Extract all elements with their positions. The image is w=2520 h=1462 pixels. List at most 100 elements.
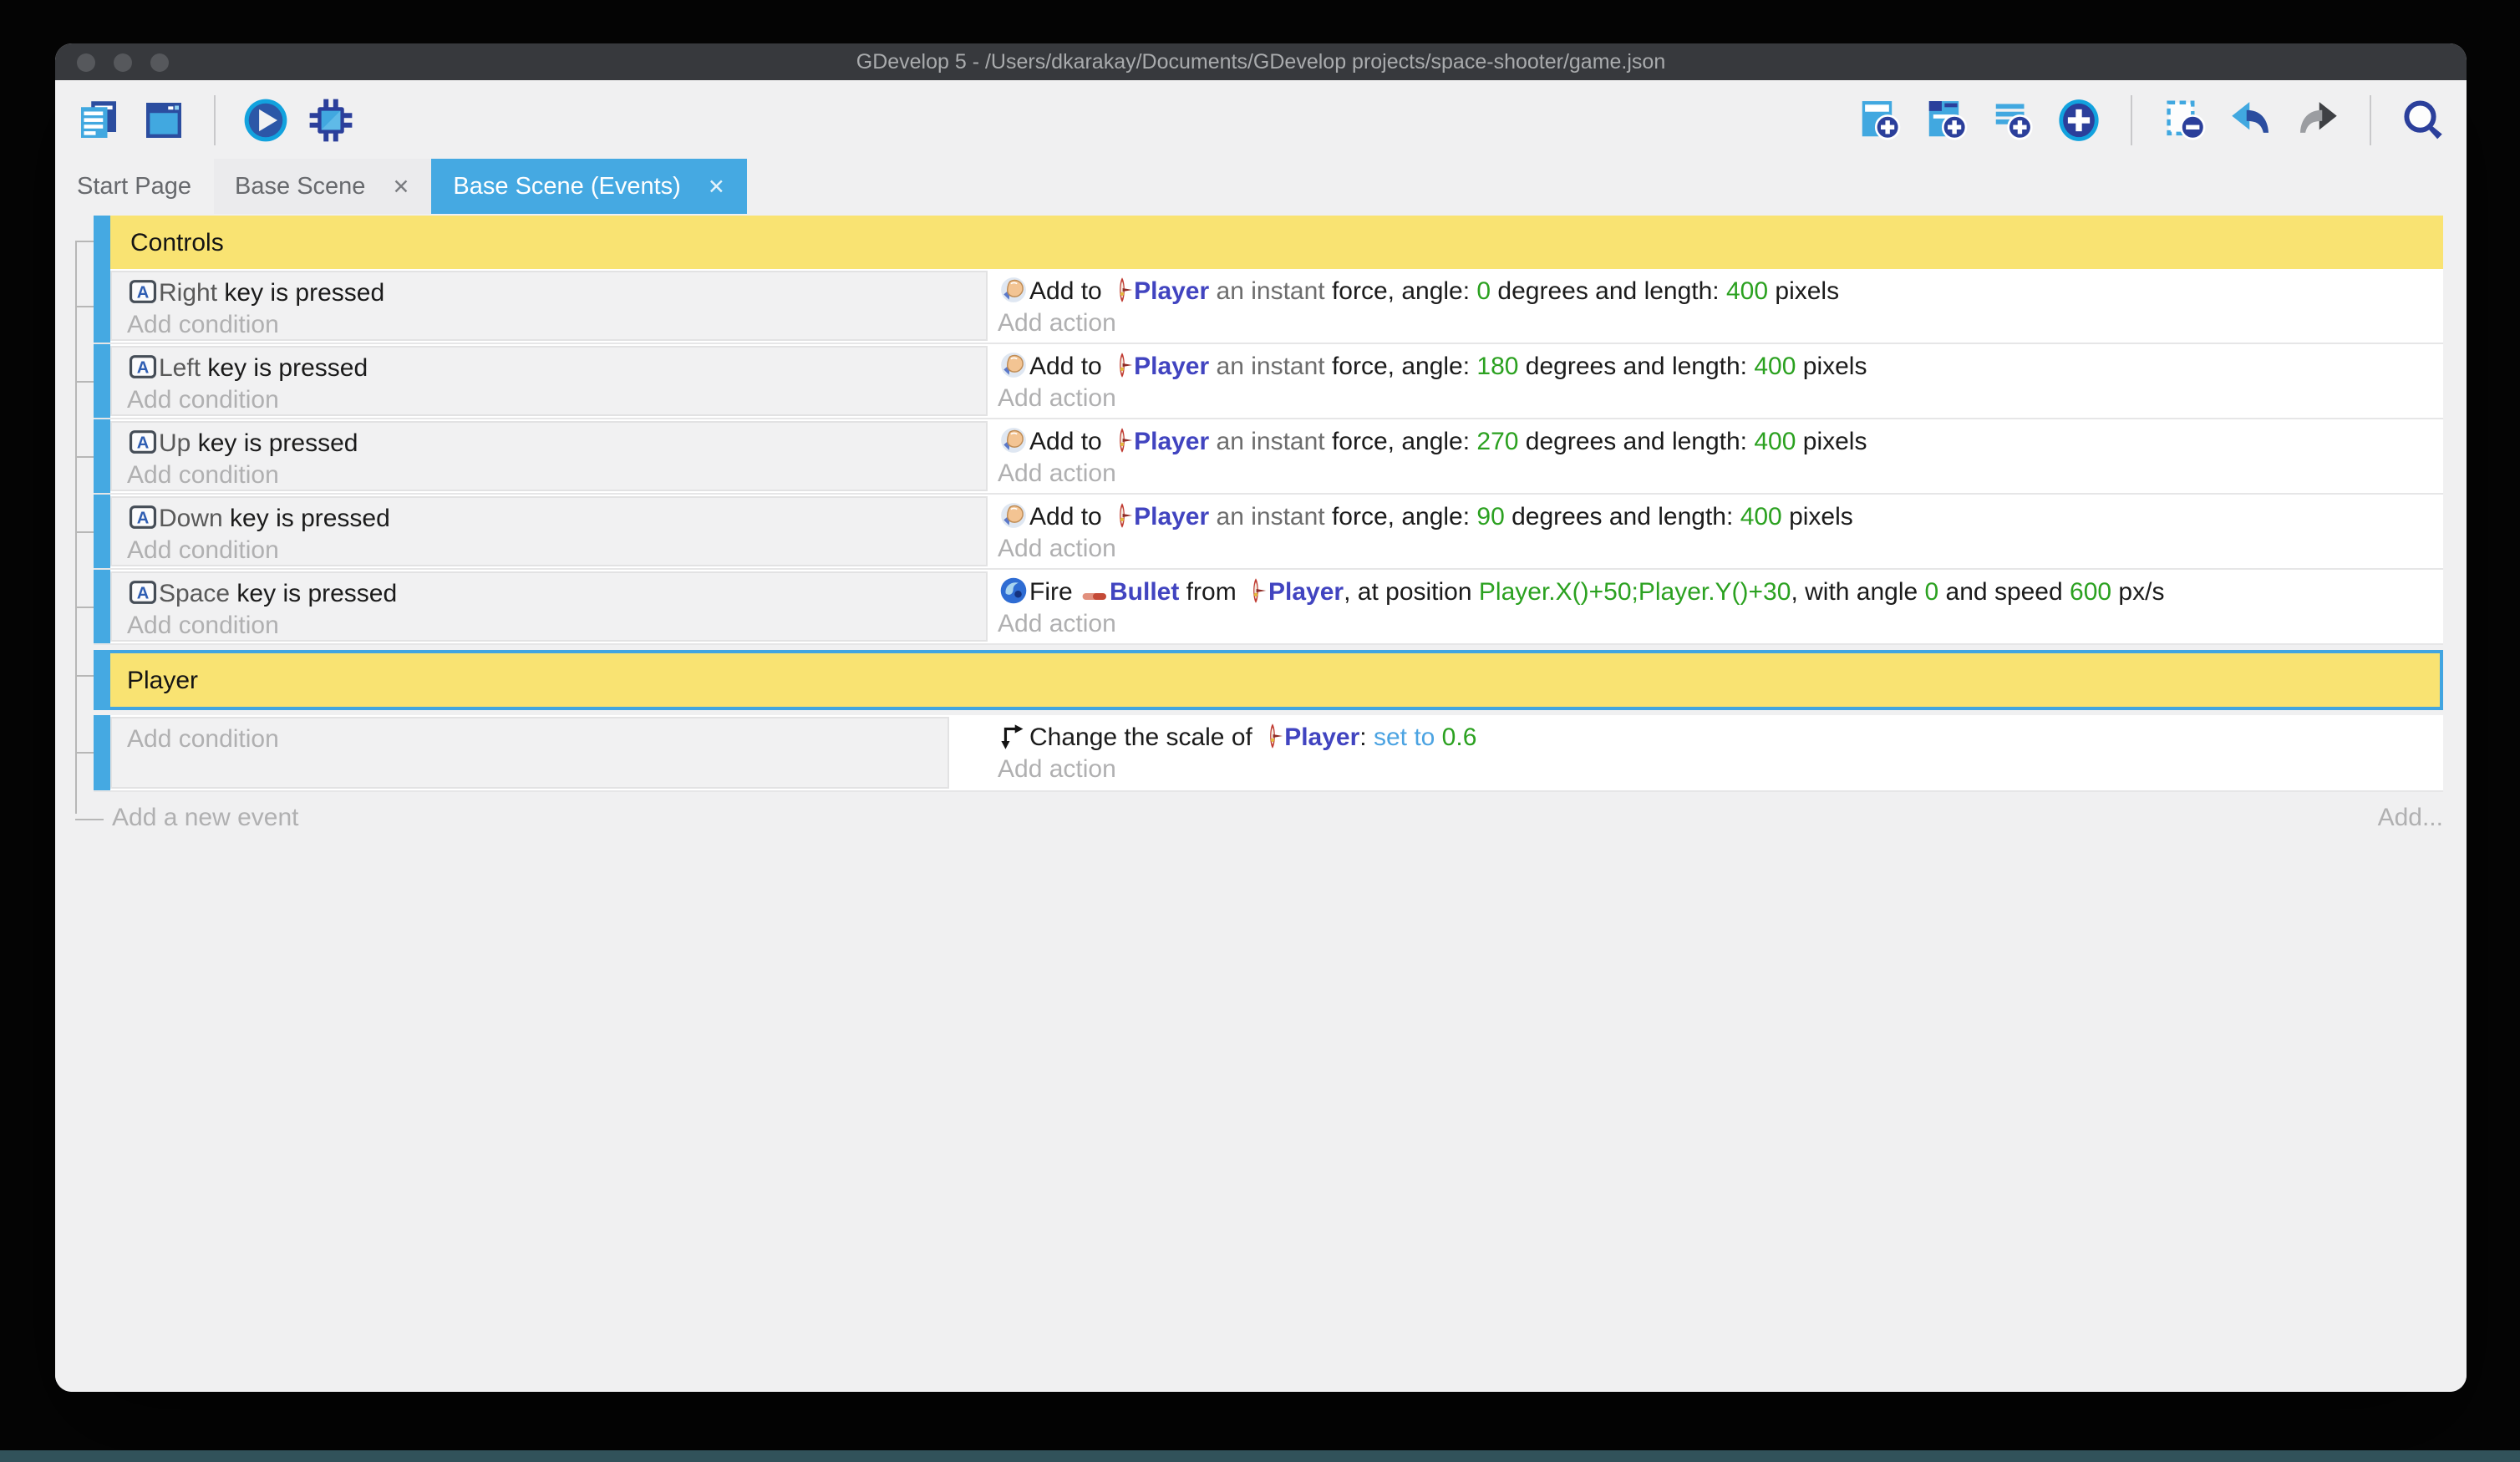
scene-editor-icon[interactable]	[140, 96, 187, 143]
event-row: ALeft key is pressedAdd condition Add to …	[94, 344, 2443, 419]
events-list: ControlsARight key is pressedAdd conditi…	[94, 216, 2443, 792]
add-comment-icon[interactable]	[1989, 96, 2035, 143]
redo-icon[interactable]	[2294, 96, 2341, 143]
sentence-text: Down	[159, 505, 223, 533]
keyboard-icon: A	[127, 279, 159, 307]
add-circle-icon[interactable]	[2055, 96, 2102, 143]
add-action-link[interactable]: Add action	[998, 459, 2443, 488]
add-condition-link[interactable]: Add condition	[127, 311, 973, 339]
event-row: ARight key is pressedAdd condition Add to…	[94, 269, 2443, 344]
tab-close-icon[interactable]: ✕	[392, 174, 409, 199]
sentence-text: an instant	[1209, 353, 1332, 381]
event-drag-bar[interactable]	[94, 715, 110, 790]
search-icon[interactable]	[2400, 96, 2446, 143]
condition-sentence[interactable]: ALeft key is pressed	[127, 351, 973, 386]
sentence-text: force, angle:	[1332, 277, 1476, 306]
group-row: Player	[94, 650, 2443, 710]
toolbar-left-group	[75, 94, 354, 145]
tab-start-page[interactable]: Start Page	[55, 159, 213, 214]
tab-base-scene-events[interactable]: Base Scene (Events)✕	[431, 159, 746, 214]
sentence-text: 400	[1754, 353, 1796, 381]
add-action-link[interactable]: Add action	[998, 309, 2443, 338]
app-window: GDevelop 5 - /Users/dkarakay/Documents/G…	[55, 43, 2467, 1392]
condition-sentence[interactable]: ARight key is pressed	[127, 276, 973, 311]
add-subevent-icon[interactable]	[1922, 96, 1969, 143]
toolbar-divider	[214, 94, 216, 145]
add-action-link[interactable]: Add action	[998, 755, 2443, 784]
minimize-button[interactable]	[114, 53, 132, 71]
action-sentence[interactable]: Add to Player an instant force, angle: 0…	[998, 274, 2443, 309]
event-columns: ALeft key is pressedAdd condition Add to …	[110, 344, 2443, 418]
desktop-edge	[0, 1450, 2520, 1462]
action-sentence[interactable]: Add to Player an instant force, angle: 1…	[998, 349, 2443, 384]
player-ship-icon	[1109, 428, 1134, 456]
event-drag-bar[interactable]	[94, 495, 110, 568]
add-event-icon[interactable]	[1855, 96, 1902, 143]
sentence-text: an instant	[1209, 428, 1332, 456]
sentence-text: 400	[1740, 503, 1782, 531]
add-action-link[interactable]: Add action	[998, 384, 2443, 413]
add-condition-link[interactable]: Add condition	[127, 725, 934, 754]
events-footer: Add a new event Add...	[112, 804, 2443, 832]
sentence-text: Player.X()+50;Player.Y()+30	[1479, 578, 1791, 607]
add-condition-link[interactable]: Add condition	[127, 612, 973, 640]
undo-icon[interactable]	[2228, 96, 2274, 143]
sentence-text: pixels	[1768, 277, 1839, 306]
svg-text:A: A	[137, 283, 150, 302]
add-new-event-link[interactable]: Add a new event	[112, 804, 299, 832]
event-row: ADown key is pressedAdd condition Add to …	[94, 495, 2443, 570]
sentence-text: Add to	[1029, 277, 1109, 306]
svg-text:A: A	[137, 358, 150, 377]
group-row: Controls	[94, 216, 2443, 269]
force-icon	[998, 353, 1029, 381]
play-preview-icon[interactable]	[242, 96, 289, 143]
action-sentence[interactable]: Add to Player an instant force, angle: 2…	[998, 424, 2443, 459]
group-header[interactable]: Player	[110, 650, 2443, 710]
tab-label: Base Scene	[235, 173, 365, 200]
add-condition-link[interactable]: Add condition	[127, 461, 973, 490]
sentence-text: key is pressed	[230, 580, 397, 608]
debug-icon[interactable]	[307, 96, 354, 143]
sentence-text: force, angle:	[1332, 503, 1476, 531]
condition-sentence[interactable]: ASpace key is pressed	[127, 576, 973, 612]
action-sentence[interactable]: Fire Bullet from Player, at position Pla…	[998, 575, 2443, 610]
condition-sentence[interactable]: AUp key is pressed	[127, 426, 973, 461]
sentence-text: and speed	[1938, 578, 2070, 607]
tab-close-icon[interactable]: ✕	[708, 174, 725, 199]
tab-bar: Start PageBase Scene✕Base Scene (Events)…	[55, 159, 2467, 214]
event-drag-bar[interactable]	[94, 570, 110, 643]
sentence-text: an instant	[1209, 503, 1332, 531]
desktop-background: GDevelop 5 - /Users/dkarakay/Documents/G…	[0, 0, 2520, 1462]
add-condition-link[interactable]: Add condition	[127, 536, 973, 565]
add-action-link[interactable]: Add action	[998, 610, 2443, 638]
event-drag-bar[interactable]	[94, 650, 110, 710]
event-drag-bar[interactable]	[94, 269, 110, 343]
event-row: AUp key is pressedAdd condition Add to Pl…	[94, 419, 2443, 495]
condition-sentence[interactable]: ADown key is pressed	[127, 501, 973, 536]
sentence-text: px/s	[2111, 578, 2164, 607]
add-action-link[interactable]: Add action	[998, 535, 2443, 563]
sentence-text: 270	[1476, 428, 1518, 456]
close-button[interactable]	[77, 53, 95, 71]
action-sentence[interactable]: Change the scale of Player: set to 0.6	[998, 720, 2443, 755]
toolbar-divider	[2370, 94, 2371, 145]
tab-base-scene[interactable]: Base Scene ✕	[213, 159, 431, 214]
action-cell: Add to Player an instant force, angle: 2…	[988, 419, 2443, 493]
event-drag-bar[interactable]	[94, 344, 110, 418]
sentence-text: key is pressed	[191, 429, 358, 458]
project-manager-icon[interactable]	[75, 96, 122, 143]
sentence-text: from	[1179, 578, 1243, 607]
zoom-button[interactable]	[150, 53, 169, 71]
event-columns: ARight key is pressedAdd condition Add to…	[110, 269, 2443, 343]
action-sentence[interactable]: Add to Player an instant force, angle: 9…	[998, 500, 2443, 535]
add-more-link[interactable]: Add...	[2378, 804, 2443, 832]
event-columns: ADown key is pressedAdd condition Add to …	[110, 495, 2443, 568]
event-drag-bar[interactable]	[94, 216, 110, 269]
add-condition-link[interactable]: Add condition	[127, 386, 973, 414]
sentence-text: Player	[1134, 353, 1209, 381]
group-header[interactable]: Controls	[110, 216, 2443, 269]
remove-event-icon[interactable]	[2161, 96, 2208, 143]
sentence-text: 90	[1476, 503, 1504, 531]
sentence-text: degrees and length:	[1505, 503, 1740, 531]
event-drag-bar[interactable]	[94, 419, 110, 493]
